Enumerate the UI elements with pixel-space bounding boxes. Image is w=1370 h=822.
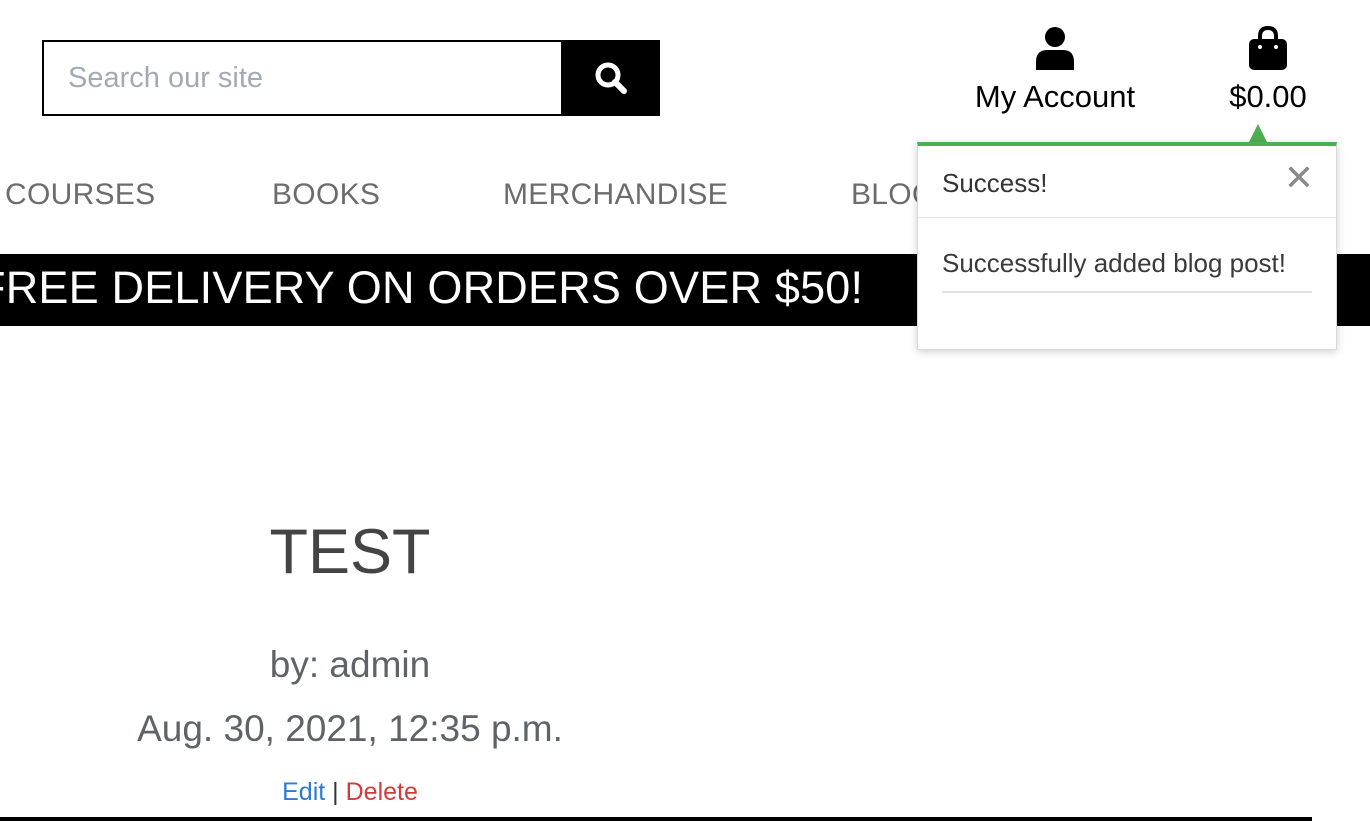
search-bar	[42, 40, 660, 116]
post-actions: Edit | Delete	[0, 778, 700, 807]
edit-link[interactable]: Edit	[282, 778, 325, 806]
shopping-bag-icon	[1249, 25, 1287, 70]
success-toast: Success! ✕ Successfully added blog post!	[917, 142, 1337, 350]
toast-arrow	[1249, 124, 1267, 142]
page: My Account $0.00 COURSES BOOKS MERCHANDI…	[0, 0, 1370, 822]
delivery-banner-text: FREE DELIVERY ON ORDERS OVER $50!	[0, 262, 864, 313]
action-separator: |	[332, 778, 339, 806]
nav-item-courses[interactable]: COURSES	[5, 178, 155, 212]
my-account-label: My Account	[974, 79, 1136, 114]
delete-link[interactable]: Delete	[346, 778, 418, 806]
search-button[interactable]	[561, 40, 660, 116]
search-icon	[595, 62, 627, 94]
my-account-link[interactable]: My Account	[962, 26, 1148, 115]
nav-item-books[interactable]: BOOKS	[272, 178, 380, 212]
divider	[0, 817, 1312, 821]
toast-title: Success!	[942, 168, 1048, 198]
toast-header: Success! ✕	[918, 146, 1336, 218]
cart-total: $0.00	[1229, 79, 1307, 114]
post-date: Aug. 30, 2021, 12:35 p.m.	[137, 708, 563, 749]
toast-body: Successfully added blog post!	[918, 218, 1336, 293]
close-icon[interactable]: ✕	[1284, 160, 1314, 196]
post-title: TEST	[269, 517, 431, 587]
user-icon	[1036, 27, 1074, 70]
toast-message: Successfully added blog post!	[942, 248, 1312, 293]
nav-item-merchandise[interactable]: MERCHANDISE	[503, 178, 728, 212]
post-author: by: admin	[269, 644, 431, 685]
cart-link[interactable]: $0.00	[1218, 25, 1318, 115]
search-input[interactable]	[42, 40, 561, 116]
